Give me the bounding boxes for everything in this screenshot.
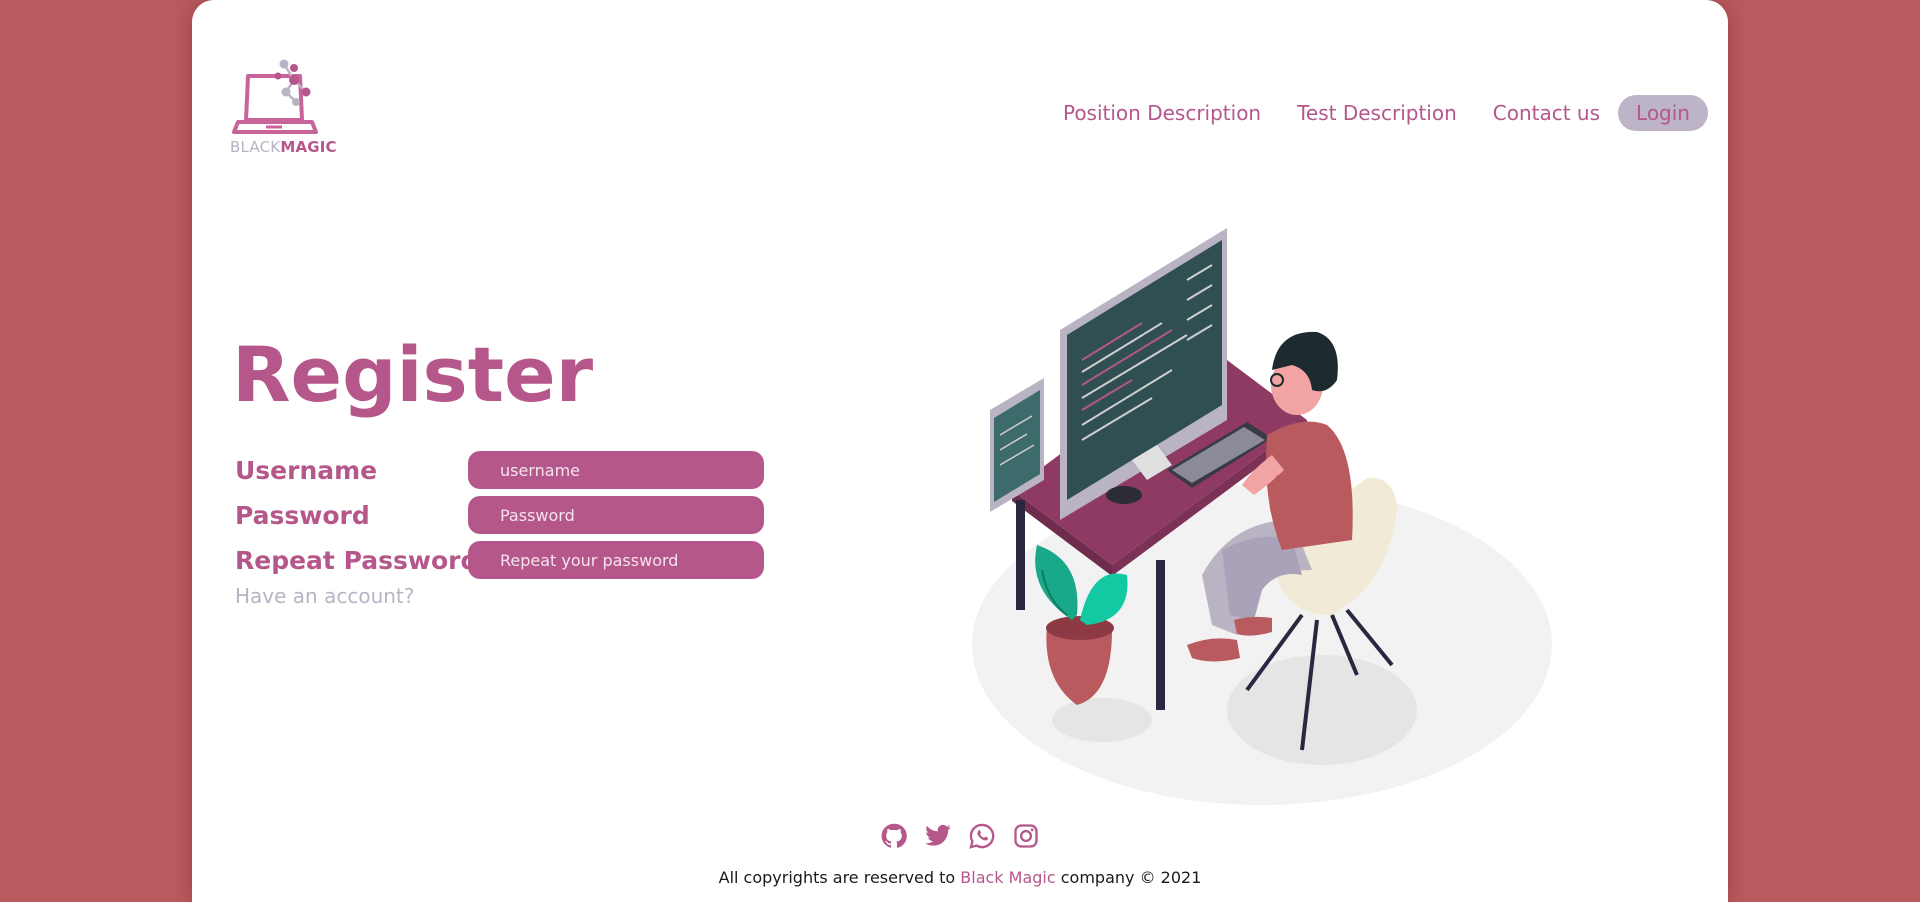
password-row: Password [235, 496, 764, 534]
github-icon[interactable] [880, 822, 908, 850]
top-nav: Position Description Test Description Co… [1027, 95, 1708, 131]
whatsapp-icon[interactable] [968, 822, 996, 850]
developer-illustration [972, 228, 1552, 805]
footer-copyright: All copyrights are reserved to Black Mag… [192, 868, 1728, 887]
login-button[interactable]: Login [1618, 95, 1708, 131]
logo-wordmark: BLACKMAGIC [230, 138, 337, 156]
username-row: Username [235, 451, 764, 489]
footer-prefix: All copyrights are reserved to [718, 868, 961, 887]
username-input[interactable] [468, 451, 764, 489]
social-links [192, 822, 1728, 850]
password-label: Password [235, 500, 370, 530]
page-title: Register [232, 330, 594, 419]
instagram-icon[interactable] [1012, 822, 1040, 850]
footer-brand-link[interactable]: Black Magic [960, 868, 1055, 887]
nav-position-description[interactable]: Position Description [1063, 101, 1261, 125]
have-account-link[interactable]: Have an account? [235, 584, 414, 608]
main-card: BLACKMAGIC Position Description Test Des… [192, 0, 1728, 902]
repeat-password-row: Repeat Password [235, 541, 764, 579]
footer-suffix: company © 2021 [1055, 868, 1202, 887]
logo-text-magic: MAGIC [280, 138, 337, 156]
repeat-password-label: Repeat Password [235, 545, 479, 575]
twitter-icon[interactable] [924, 822, 952, 850]
nav-contact-us[interactable]: Contact us [1493, 101, 1600, 125]
username-label: Username [235, 455, 378, 485]
password-input[interactable] [468, 496, 764, 534]
repeat-password-input[interactable] [468, 541, 764, 579]
logo-text-black: BLACK [230, 138, 281, 156]
nav-test-description[interactable]: Test Description [1297, 101, 1457, 125]
